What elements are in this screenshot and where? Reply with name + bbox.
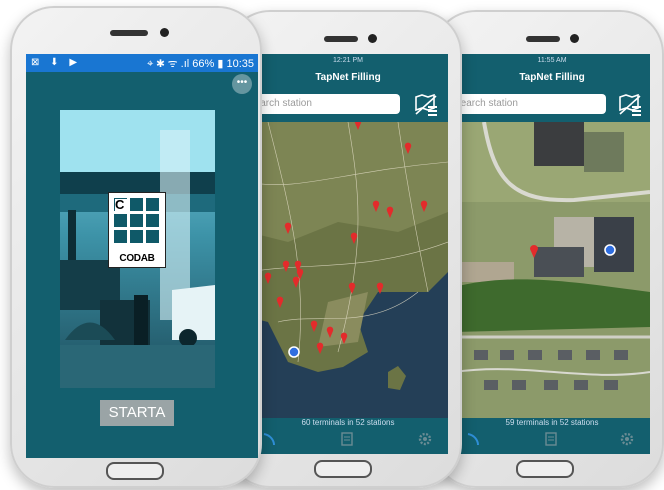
app-title: TapNet Filling bbox=[519, 72, 585, 83]
satellite-map[interactable] bbox=[454, 122, 650, 418]
status-icons: ⊠ ⬇ ▶ bbox=[31, 57, 82, 68]
android-phone: ⊠ ⬇ ▶ ⌖ ✱ ᯤ .ıl 66% ▮ 10:35 ••• C CODAB … bbox=[10, 6, 262, 488]
camera bbox=[368, 34, 377, 43]
map-list-icon[interactable] bbox=[618, 93, 642, 116]
gas-station-photo: C CODAB bbox=[60, 110, 215, 388]
home-button[interactable] bbox=[314, 460, 372, 478]
speaker bbox=[110, 30, 148, 36]
speaker bbox=[324, 36, 358, 42]
list-icon[interactable] bbox=[340, 432, 354, 446]
map-list-icon[interactable] bbox=[414, 93, 438, 116]
search-input[interactable]: Search station bbox=[248, 94, 400, 114]
home-button[interactable] bbox=[106, 462, 164, 480]
codab-logo: C CODAB bbox=[108, 192, 166, 268]
start-screen: ⊠ ⬇ ▶ ⌖ ✱ ᯤ .ıl 66% ▮ 10:35 ••• C CODAB … bbox=[26, 54, 258, 458]
start-button[interactable]: STARTA bbox=[100, 400, 174, 426]
list-icon[interactable] bbox=[544, 432, 558, 446]
camera bbox=[570, 34, 579, 43]
app-title: TapNet Filling bbox=[315, 72, 381, 83]
speaker bbox=[526, 36, 560, 42]
search-input[interactable]: Search station bbox=[454, 94, 606, 114]
map-screen: 12:21 PM TapNet Filling Search station 6… bbox=[248, 54, 448, 454]
camera bbox=[160, 28, 169, 37]
tab-bar bbox=[248, 428, 448, 450]
detail-screen: 11:55 AM TapNet Filling Search station 5… bbox=[454, 54, 650, 454]
user-location bbox=[288, 346, 300, 358]
home-button[interactable] bbox=[516, 460, 574, 478]
status-time: 11:55 AM bbox=[537, 57, 567, 64]
navigation-icon[interactable] bbox=[262, 432, 276, 446]
status-time: 12:21 PM bbox=[333, 57, 363, 64]
settings-icon[interactable] bbox=[418, 432, 432, 446]
iphone-detail: 11:55 AM TapNet Filling Search station 5… bbox=[432, 10, 664, 488]
logo-name: CODAB bbox=[119, 253, 155, 264]
more-options-icon[interactable]: ••• bbox=[232, 74, 252, 94]
satellite-map[interactable] bbox=[248, 122, 448, 418]
terminal-count: 60 terminals in 52 stations bbox=[248, 418, 448, 428]
terminal-count: 59 terminals in 52 stations bbox=[454, 418, 650, 428]
tab-bar bbox=[454, 428, 650, 450]
status-time: ⌖ ✱ ᯤ .ıl 66% ▮ 10:35 bbox=[147, 58, 254, 70]
navigation-icon[interactable] bbox=[466, 432, 480, 446]
status-bar: ⊠ ⬇ ▶ ⌖ ✱ ᯤ .ıl 66% ▮ 10:35 bbox=[26, 54, 258, 72]
logo-letter: C bbox=[115, 198, 127, 211]
settings-icon[interactable] bbox=[620, 432, 634, 446]
